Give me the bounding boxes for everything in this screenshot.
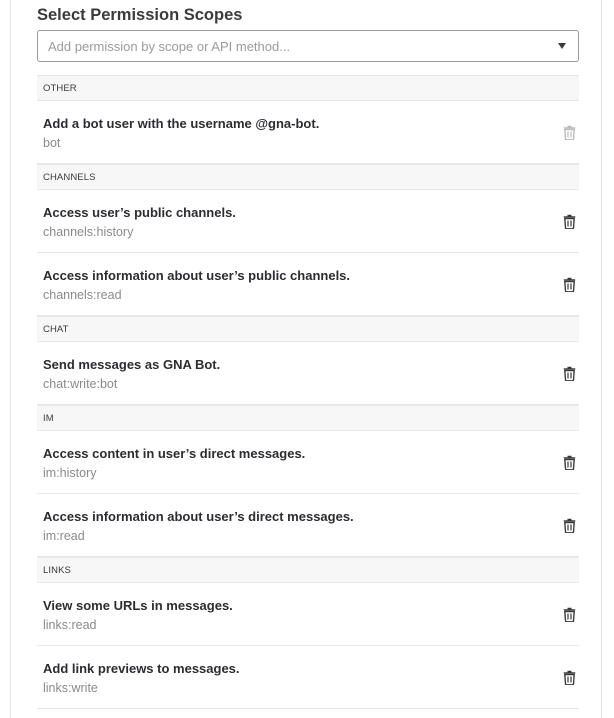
scope-description: Access information about user’s public c… <box>43 268 351 283</box>
trash-icon[interactable] <box>563 607 577 623</box>
section-header: CHAT <box>37 316 579 342</box>
scope-row: Send messages as GNA Bot. chat:write:bot <box>37 342 579 405</box>
scope-description: View some URLs in messages. <box>43 598 233 613</box>
trash-icon[interactable] <box>563 518 577 534</box>
scope-description: Access content in user’s direct messages… <box>43 446 306 461</box>
trash-icon[interactable] <box>563 214 577 230</box>
scope-row: View some URLs in messages. links:read <box>37 583 579 646</box>
scope-search-placeholder: Add permission by scope or API method... <box>48 39 291 54</box>
trash-icon <box>563 125 577 141</box>
permission-scopes-panel: Select Permission Scopes Add permission … <box>10 0 602 718</box>
trash-icon[interactable] <box>563 366 577 382</box>
section-label: OTHER <box>43 83 77 94</box>
scope-description: Send messages as GNA Bot. <box>43 357 221 372</box>
page-title: Select Permission Scopes <box>37 6 243 24</box>
scope-name: links:write <box>43 681 98 695</box>
section-label: CHAT <box>43 324 69 335</box>
scope-description: Access information about user’s direct m… <box>43 509 354 524</box>
section-label: CHANNELS <box>43 172 96 183</box>
section-label: LINKS <box>43 565 71 576</box>
trash-icon[interactable] <box>563 455 577 471</box>
scope-name: bot <box>43 136 61 150</box>
trash-icon[interactable] <box>563 670 577 686</box>
scope-name: channels:read <box>43 288 122 302</box>
trash-icon[interactable] <box>563 277 577 293</box>
section-header: OTHER <box>37 75 579 101</box>
scope-row: Access information about user’s direct m… <box>37 494 579 557</box>
scope-search-select[interactable]: Add permission by scope or API method... <box>37 30 579 62</box>
scope-list: OTHER Add a bot user with the username @g… <box>37 75 579 709</box>
scope-name: im:read <box>43 529 85 543</box>
scope-name: chat:write:bot <box>43 377 118 391</box>
scope-row: Access content in user’s direct messages… <box>37 431 579 494</box>
scope-row: Access information about user’s public c… <box>37 253 579 316</box>
scope-row: Add a bot user with the username @gna-bo… <box>37 101 579 164</box>
scope-description: Add a bot user with the username @gna-bo… <box>43 116 320 131</box>
scope-name: links:read <box>43 618 97 632</box>
scope-name: channels:history <box>43 225 134 239</box>
chevron-down-icon[interactable] <box>558 43 566 49</box>
section-label: IM <box>43 413 54 424</box>
section-header: CHANNELS <box>37 164 579 190</box>
section-header: IM <box>37 405 579 431</box>
scope-row: Add link previews to messages. links:writ… <box>37 646 579 709</box>
section-header: LINKS <box>37 557 579 583</box>
scope-description: Add link previews to messages. <box>43 661 240 676</box>
scope-row: Access user’s public channels. channels:h… <box>37 190 579 253</box>
scope-description: Access user’s public channels. <box>43 205 236 220</box>
scope-name: im:history <box>43 466 97 480</box>
